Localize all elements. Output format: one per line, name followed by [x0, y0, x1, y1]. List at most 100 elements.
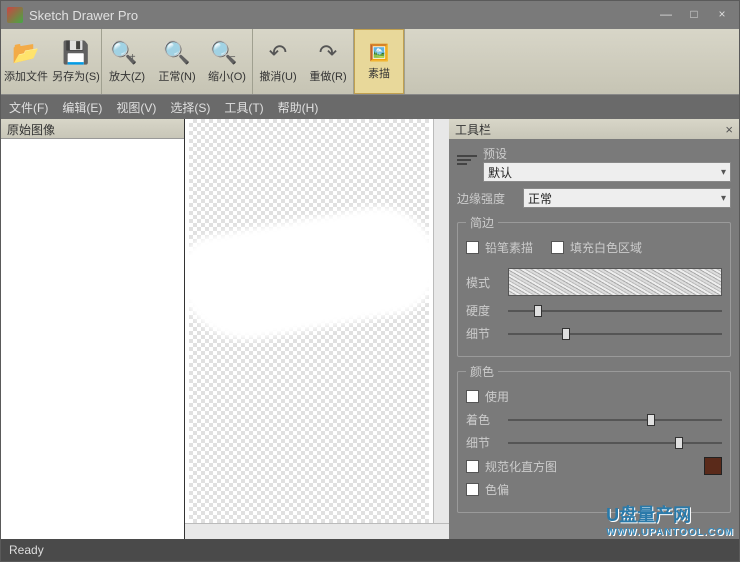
texture-select[interactable] — [508, 268, 722, 296]
tool-group-zoom: 🔍+ 放大(Z) 🔍 正常(N) 🔍− 缩小(O) — [102, 29, 253, 94]
zoom-normal-icon: 🔍 — [163, 40, 190, 66]
tool-group-history: ↶ 撤消(U) ↷ 重做(R) — [253, 29, 354, 94]
pencil-group: 简边 铅笔素描 填充白色区域 模式 硬度 — [457, 214, 731, 357]
preset-icon — [457, 155, 477, 173]
status-bar: Ready — [1, 539, 739, 561]
canvas-wrap — [185, 119, 449, 523]
normalize-hist-label: 规范化直方图 — [485, 458, 557, 475]
tint-label: 着色 — [466, 411, 500, 428]
tool-group-sketch: 🖼️ 素描 — [354, 29, 405, 94]
zoom-normal-label: 正常(N) — [158, 68, 195, 84]
redo-label: 重做(R) — [309, 68, 346, 84]
use-row: 使用 — [466, 388, 722, 405]
color-group-legend: 颜色 — [466, 363, 498, 380]
vertical-scrollbar[interactable] — [433, 119, 449, 523]
menu-select[interactable]: 选择(S) — [170, 99, 210, 116]
pencil-sketch-checkbox[interactable] — [466, 241, 479, 254]
canvas-area[interactable] — [185, 119, 433, 523]
normalize-hist-row: 规范化直方图 — [466, 457, 722, 475]
hardness-row: 硬度 — [466, 302, 722, 319]
window-buttons: — □ × — [655, 7, 733, 23]
canvas-checker — [189, 119, 429, 523]
mode-label: 模式 — [466, 274, 500, 291]
toolbar: 📂 添加文件 💾 另存为(S) 🔍+ 放大(Z) 🔍 正常(N) 🔍− 缩小(O… — [1, 29, 739, 95]
minimize-button[interactable]: — — [655, 7, 677, 23]
color-bias-checkbox[interactable] — [466, 483, 479, 496]
right-panel-body: 预设 默认 边缘强度 正常 简边 铅笔素描 填充白色区域 — [449, 139, 739, 539]
menu-view[interactable]: 视图(V) — [116, 99, 156, 116]
horizontal-scrollbar[interactable] — [185, 523, 449, 539]
fill-white-checkbox[interactable] — [551, 241, 564, 254]
close-button[interactable]: × — [711, 7, 733, 23]
right-panel-header: 工具栏 × — [449, 119, 739, 139]
sketch-label: 素描 — [368, 65, 390, 81]
undo-icon: ↶ — [269, 40, 287, 66]
center-panel — [185, 119, 449, 539]
use-label: 使用 — [485, 388, 509, 405]
zoom-in-icon: 🔍+ — [110, 40, 143, 66]
panel-close-icon[interactable]: × — [725, 122, 733, 137]
menu-tools[interactable]: 工具(T) — [224, 99, 263, 116]
detail-slider[interactable] — [508, 326, 722, 342]
fill-white-label: 填充白色区域 — [570, 239, 642, 256]
right-panel-title: 工具栏 — [455, 121, 725, 138]
pencil-group-legend: 简边 — [466, 214, 498, 231]
preset-label: 预设 — [483, 145, 731, 162]
edge-strength-row: 边缘强度 正常 — [457, 188, 731, 208]
folder-open-icon: 📂 — [12, 40, 39, 66]
tint-slider[interactable] — [508, 412, 722, 428]
edge-strength-value: 正常 — [528, 190, 552, 207]
hardness-label: 硬度 — [466, 302, 500, 319]
open-label: 添加文件 — [4, 68, 48, 84]
zoom-out-button[interactable]: 🔍− 缩小(O) — [202, 29, 252, 94]
save-as-label: 另存为(S) — [52, 68, 100, 84]
left-panel: 原始图像 — [1, 119, 185, 539]
color-group: 颜色 使用 着色 细节 规范化直方图 — [457, 363, 731, 513]
main-area: 原始图像 工具栏 × 预设 默认 — [1, 119, 739, 539]
fill-white-row: 填充白色区域 — [551, 239, 642, 256]
zoom-normal-button[interactable]: 🔍 正常(N) — [152, 29, 202, 94]
redo-button[interactable]: ↷ 重做(R) — [303, 29, 353, 94]
menu-edit[interactable]: 编辑(E) — [62, 99, 102, 116]
color-detail-label: 细节 — [466, 434, 500, 451]
original-image-area — [1, 139, 184, 539]
normalize-hist-checkbox[interactable] — [466, 460, 479, 473]
zoom-out-label: 缩小(O) — [208, 68, 246, 84]
zoom-in-label: 放大(Z) — [109, 68, 145, 84]
zoom-out-icon: 🔍− — [210, 40, 243, 66]
title-bar: Sketch Drawer Pro — □ × — [1, 1, 739, 29]
undo-label: 撤消(U) — [259, 68, 296, 84]
preset-select[interactable]: 默认 — [483, 162, 731, 182]
edge-strength-select[interactable]: 正常 — [523, 188, 731, 208]
edge-strength-label: 边缘强度 — [457, 190, 517, 207]
tool-group-file: 📂 添加文件 💾 另存为(S) — [1, 29, 102, 94]
pencil-sketch-label: 铅笔素描 — [485, 239, 533, 256]
menu-file[interactable]: 文件(F) — [9, 99, 48, 116]
undo-button[interactable]: ↶ 撤消(U) — [253, 29, 303, 94]
sketch-icon: 🖼️ — [369, 43, 389, 63]
canvas-stroke — [185, 197, 433, 350]
app-icon — [7, 7, 23, 23]
menu-help[interactable]: 帮助(H) — [278, 99, 319, 116]
menu-bar: 文件(F) 编辑(E) 视图(V) 选择(S) 工具(T) 帮助(H) — [1, 95, 739, 119]
detail-label: 细节 — [466, 325, 500, 342]
hardness-slider[interactable] — [508, 303, 722, 319]
preset-row: 预设 默认 — [457, 145, 731, 182]
color-detail-slider[interactable] — [508, 435, 722, 451]
color-swatch[interactable] — [704, 457, 722, 475]
open-button[interactable]: 📂 添加文件 — [1, 29, 51, 94]
mode-row: 模式 — [466, 268, 722, 296]
save-icon: 💾 — [62, 40, 89, 66]
tint-row: 着色 — [466, 411, 722, 428]
left-panel-header: 原始图像 — [1, 119, 184, 139]
use-checkbox[interactable] — [466, 390, 479, 403]
zoom-in-button[interactable]: 🔍+ 放大(Z) — [102, 29, 152, 94]
maximize-button[interactable]: □ — [683, 7, 705, 23]
sketch-button[interactable]: 🖼️ 素描 — [354, 29, 404, 94]
color-detail-row: 细节 — [466, 434, 722, 451]
color-bias-row: 色偏 — [466, 481, 722, 498]
pencil-sketch-row: 铅笔素描 — [466, 239, 533, 256]
save-as-button[interactable]: 💾 另存为(S) — [51, 29, 101, 94]
app-title: Sketch Drawer Pro — [29, 8, 655, 23]
right-panel: 工具栏 × 预设 默认 边缘强度 正常 简边 铅笔素描 — [449, 119, 739, 539]
